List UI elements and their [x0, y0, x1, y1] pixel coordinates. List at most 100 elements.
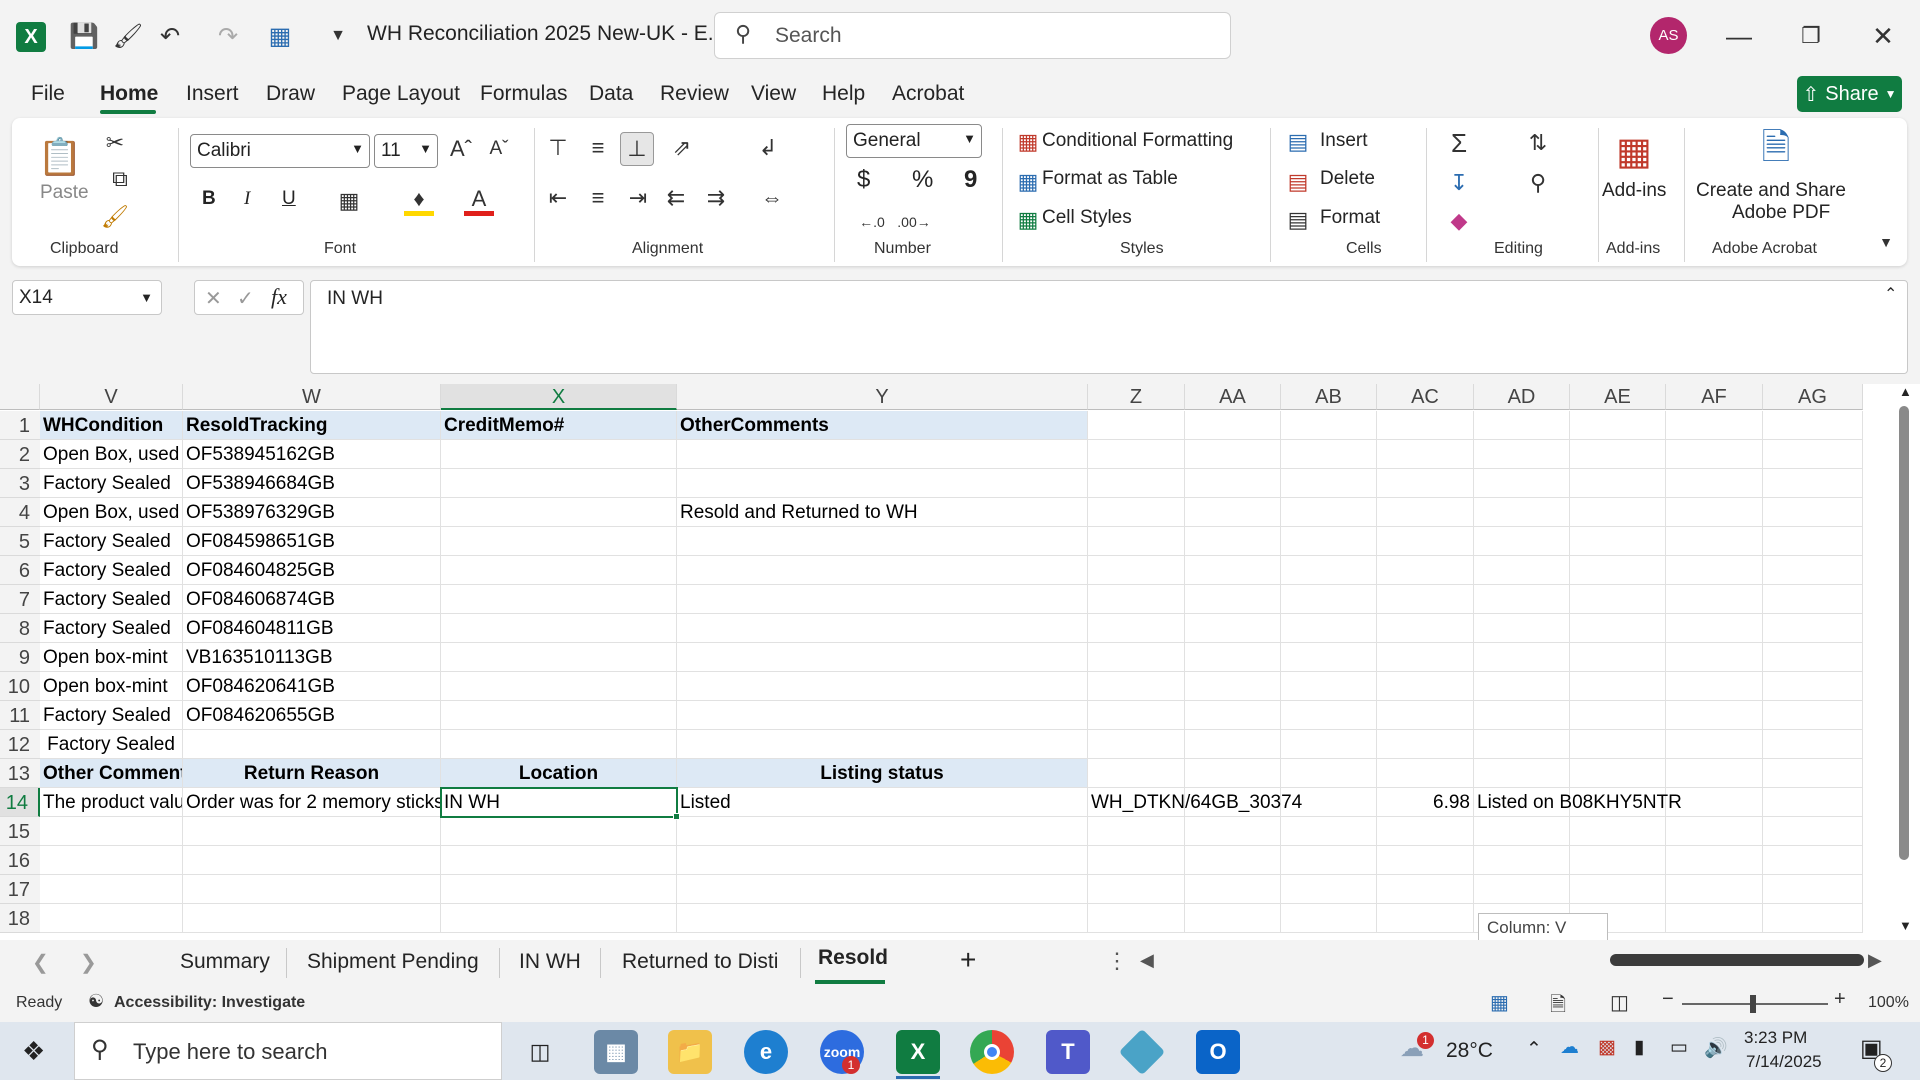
row-header-10[interactable]: 10: [0, 672, 40, 701]
cell-v1[interactable]: WHCondition: [40, 411, 183, 440]
cell-y14[interactable]: Listed: [677, 788, 1088, 817]
battery-icon[interactable]: ▮: [1634, 1036, 1644, 1059]
cell-z5[interactable]: [1088, 527, 1185, 556]
cell-ag9[interactable]: [1763, 643, 1863, 672]
cell-ae11[interactable]: [1570, 701, 1666, 730]
weather-temp[interactable]: 28°C: [1446, 1039, 1493, 1063]
tab-acrobat[interactable]: Acrobat: [892, 82, 964, 106]
cell-ad5[interactable]: [1474, 527, 1570, 556]
cell-ab2[interactable]: [1281, 440, 1377, 469]
cell-ab18[interactable]: [1281, 904, 1377, 933]
cell-ab7[interactable]: [1281, 585, 1377, 614]
cancel-icon[interactable]: ✕: [205, 286, 222, 311]
insert-cells-button[interactable]: Insert: [1320, 130, 1368, 152]
calculator-icon[interactable]: ▦: [594, 1030, 638, 1074]
cell-ag8[interactable]: [1763, 614, 1863, 643]
cell-y10[interactable]: [677, 672, 1088, 701]
cell-x4[interactable]: [441, 498, 677, 527]
cell-v9[interactable]: Open box-mint: [40, 643, 183, 672]
cell-w12[interactable]: [183, 730, 441, 759]
cell-y13[interactable]: Listing status: [677, 759, 1088, 788]
add-sheet-icon[interactable]: +: [960, 944, 976, 976]
cell-v7[interactable]: Factory Sealed: [40, 585, 183, 614]
undo-icon[interactable]: ↶: [152, 18, 188, 54]
insert-cells-icon[interactable]: ▤: [1284, 128, 1312, 156]
zoom-out-icon[interactable]: −: [1662, 988, 1674, 1011]
format-cells-button[interactable]: Format: [1320, 207, 1380, 229]
customize-qat-icon[interactable]: ▼: [320, 18, 356, 54]
cut-icon[interactable]: ✂: [100, 128, 130, 158]
cell-ab6[interactable]: [1281, 556, 1377, 585]
cell-w6[interactable]: OF084604825GB: [183, 556, 441, 585]
cell-aa12[interactable]: [1185, 730, 1281, 759]
align-right-icon[interactable]: ⇥: [622, 182, 654, 214]
cell-ab1[interactable]: [1281, 411, 1377, 440]
cell-x16[interactable]: [441, 846, 677, 875]
align-middle-icon[interactable]: ≡: [582, 132, 614, 164]
cell-x13[interactable]: Location: [441, 759, 677, 788]
cell-ae15[interactable]: [1570, 817, 1666, 846]
cell-ag17[interactable]: [1763, 875, 1863, 904]
cell-v3[interactable]: Factory Sealed: [40, 469, 183, 498]
underline-button[interactable]: U: [282, 188, 296, 210]
cell-ag3[interactable]: [1763, 469, 1863, 498]
cell-y15[interactable]: [677, 817, 1088, 846]
cell-ac2[interactable]: [1377, 440, 1474, 469]
decrease-indent-icon[interactable]: ⇇: [660, 182, 692, 214]
cell-aa10[interactable]: [1185, 672, 1281, 701]
row-header-4[interactable]: 4: [0, 498, 40, 527]
cell-aa1[interactable]: [1185, 411, 1281, 440]
cell-w13[interactable]: Return Reason: [183, 759, 441, 788]
cell-v15[interactable]: [40, 817, 183, 846]
tab-formulas[interactable]: Formulas: [480, 82, 568, 106]
tab-data[interactable]: Data: [589, 82, 633, 106]
cell-ag15[interactable]: [1763, 817, 1863, 846]
row-header-9[interactable]: 9: [0, 643, 40, 672]
cell-v13[interactable]: Other Comment: [40, 759, 183, 788]
cell-v8[interactable]: Factory Sealed: [40, 614, 183, 643]
cell-ag11[interactable]: [1763, 701, 1863, 730]
format-painter-icon[interactable]: 🖌: [100, 202, 130, 232]
cell-aa8[interactable]: [1185, 614, 1281, 643]
vertical-scrollbar[interactable]: ▲ ▼: [1895, 384, 1920, 940]
cell-ac7[interactable]: [1377, 585, 1474, 614]
cell-x5[interactable]: [441, 527, 677, 556]
cell-w18[interactable]: [183, 904, 441, 933]
cell-ab10[interactable]: [1281, 672, 1377, 701]
cell-af10[interactable]: [1666, 672, 1763, 701]
cell-ab4[interactable]: [1281, 498, 1377, 527]
format-as-table-button[interactable]: Format as Table: [1042, 168, 1178, 190]
cell-w7[interactable]: OF084606874GB: [183, 585, 441, 614]
cell-ac13[interactable]: [1377, 759, 1474, 788]
cell-ab17[interactable]: [1281, 875, 1377, 904]
network-icon[interactable]: ▭: [1670, 1036, 1688, 1059]
fill-icon[interactable]: ↧: [1444, 168, 1474, 198]
cell-y11[interactable]: [677, 701, 1088, 730]
sheet-tab-resold[interactable]: Resold: [818, 946, 888, 970]
cell-ac1[interactable]: [1377, 411, 1474, 440]
cell-y8[interactable]: [677, 614, 1088, 643]
column-header-ag[interactable]: AG: [1763, 384, 1863, 410]
tab-draw[interactable]: Draw: [266, 82, 315, 106]
taskbar-search-input[interactable]: ⚲ Type here to search: [74, 1022, 502, 1080]
cell-z16[interactable]: [1088, 846, 1185, 875]
increase-decimal-icon[interactable]: ←.0: [856, 208, 888, 236]
cell-ac17[interactable]: [1377, 875, 1474, 904]
cell-ad3[interactable]: [1474, 469, 1570, 498]
cell-x17[interactable]: [441, 875, 677, 904]
cell-ae9[interactable]: [1570, 643, 1666, 672]
cell-af7[interactable]: [1666, 585, 1763, 614]
cell-af9[interactable]: [1666, 643, 1763, 672]
cell-ad9[interactable]: [1474, 643, 1570, 672]
decrease-font-icon[interactable]: Aˇ: [484, 134, 514, 164]
format-cells-icon[interactable]: ▤: [1284, 206, 1312, 234]
cell-ab15[interactable]: [1281, 817, 1377, 846]
cell-aa16[interactable]: [1185, 846, 1281, 875]
prev-sheet-icon[interactable]: ❮: [32, 950, 49, 975]
clock-date[interactable]: 7/14/2025: [1746, 1052, 1822, 1072]
cell-z6[interactable]: [1088, 556, 1185, 585]
cell-af15[interactable]: [1666, 817, 1763, 846]
cell-w11[interactable]: OF084620655GB: [183, 701, 441, 730]
cell-ab8[interactable]: [1281, 614, 1377, 643]
cell-y17[interactable]: [677, 875, 1088, 904]
